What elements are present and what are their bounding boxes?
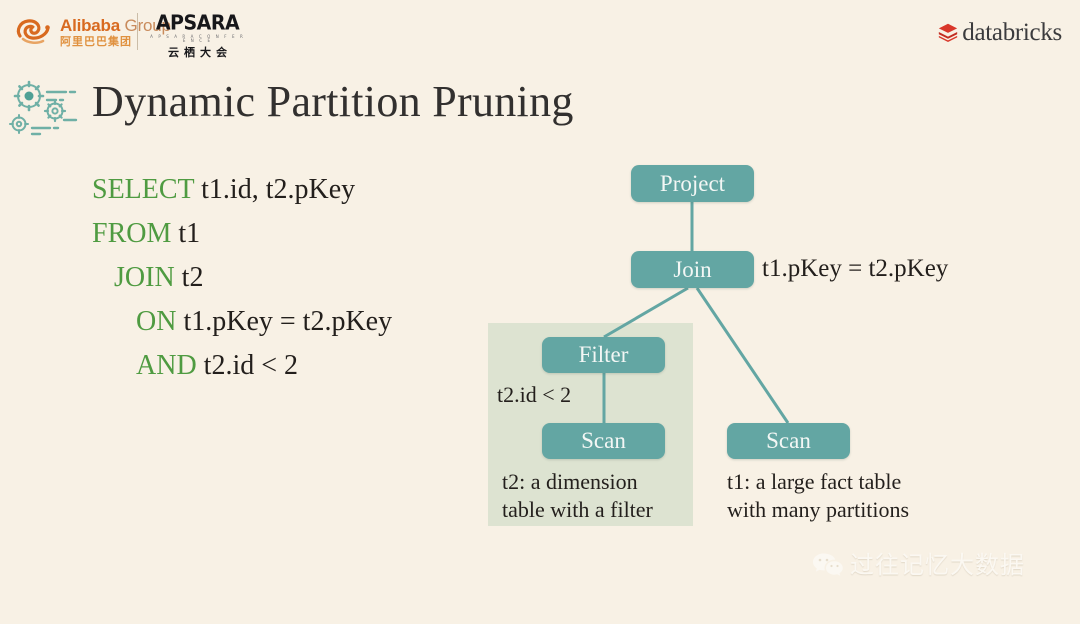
- plan-node-join[interactable]: Join: [631, 251, 754, 288]
- caption-t1: t1: a large fact table with many partiti…: [727, 468, 957, 524]
- watermark-text: 过往记忆大数据: [850, 551, 1025, 579]
- wechat-icon: [813, 553, 843, 576]
- plan-node-project[interactable]: Project: [631, 165, 754, 202]
- plan-node-filter[interactable]: Filter: [542, 337, 665, 373]
- caption-t2-line1: t2: a dimension: [502, 469, 638, 494]
- caption-t1-line1: t1: a large fact table: [727, 469, 902, 494]
- plan-node-scan-t2[interactable]: Scan: [542, 423, 665, 459]
- caption-t2-line2: table with a filter: [502, 497, 653, 523]
- query-plan-diagram: Project Join Filter Scan Scan t1.pKey = …: [0, 0, 1080, 624]
- plan-node-scan-t1[interactable]: Scan: [727, 423, 850, 459]
- plan-edges: [602, 202, 790, 424]
- slide-canvas: Alibaba Group 阿里巴巴集团 APSARA A P S A R A …: [0, 0, 1080, 624]
- wechat-watermark: 过往记忆大数据: [812, 552, 1025, 578]
- caption-t2: t2: a dimension table with a filter: [502, 468, 702, 524]
- filter-condition-label: t2.id < 2: [497, 382, 572, 407]
- join-condition-label: t1.pKey = t2.pKey: [762, 255, 949, 282]
- caption-t1-line2: with many partitions: [727, 497, 910, 523]
